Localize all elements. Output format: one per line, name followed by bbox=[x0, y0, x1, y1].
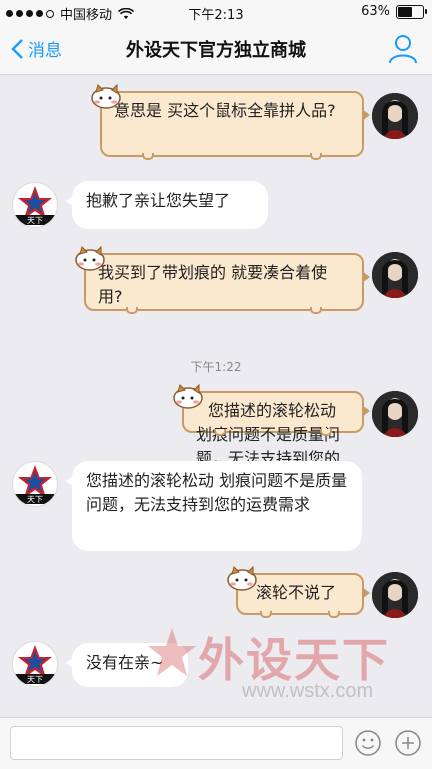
cat-decoration-icon bbox=[75, 245, 105, 271]
cat-decoration-icon bbox=[91, 83, 121, 109]
shop-avatar-label: 天下 bbox=[27, 675, 43, 684]
message-bubble-out[interactable]: 意思是 买这个鼠标全靠拼人品? bbox=[91, 83, 370, 160]
shop-avatar-label: 天下 bbox=[27, 495, 43, 504]
message-text: 没有在亲~ bbox=[86, 653, 164, 672]
smile-icon[interactable] bbox=[354, 729, 382, 757]
message-bubble-out[interactable]: 滚轮不说了 bbox=[227, 565, 370, 618]
shop-avatar-label: 天下 bbox=[27, 216, 43, 225]
user-avatar[interactable] bbox=[372, 572, 418, 618]
message-bubble-in[interactable]: 抱歉了亲让您失望了 bbox=[66, 181, 268, 229]
message-bubble-out[interactable]: 您描述的滚轮松动 划痕问题不是质量问题，无法支持到您的运费需求 bbox=[173, 383, 370, 492]
shop-avatar[interactable]: 天下 bbox=[12, 461, 58, 507]
message-text: 滚轮不说了 bbox=[256, 583, 337, 602]
cat-decoration-icon bbox=[173, 383, 203, 409]
nav-bar: 消息 外设天下官方独立商城 bbox=[0, 24, 432, 75]
chat-area[interactable]: 意思是 买这个鼠标全靠拼人品? 天下 抱歉了亲让您失望了 我买到了带划痕的 就要… bbox=[0, 75, 432, 717]
plus-icon[interactable] bbox=[394, 729, 422, 757]
message-bubble-out[interactable]: 我买到了带划痕的 就要凑合着使用? bbox=[75, 245, 370, 314]
message-text: 抱歉了亲让您失望了 bbox=[86, 191, 231, 210]
shop-avatar[interactable]: 天下 bbox=[12, 641, 58, 687]
message-text: 意思是 买这个鼠标全靠拼人品? bbox=[114, 101, 336, 120]
cat-decoration-icon bbox=[227, 565, 257, 591]
message-bubble-in[interactable]: 您描述的滚轮松动 划痕问题不是质量问题，无法支持到您的运费需求 bbox=[66, 461, 362, 551]
message-bubble-in[interactable]: 没有在亲~ bbox=[66, 643, 188, 687]
person-icon[interactable] bbox=[388, 33, 418, 65]
user-avatar[interactable] bbox=[372, 391, 418, 437]
status-bar: 中国移动 下午2:13 63% bbox=[0, 0, 432, 24]
message-input[interactable] bbox=[10, 726, 343, 760]
battery-icon bbox=[396, 4, 427, 19]
battery-percent: 63% bbox=[361, 4, 390, 19]
input-bar bbox=[0, 717, 432, 769]
message-text: 您描述的滚轮松动 划痕问题不是质量问题，无法支持到您的运费需求 bbox=[86, 471, 348, 514]
user-avatar[interactable] bbox=[372, 93, 418, 139]
message-text: 我买到了带划痕的 就要凑合着使用? bbox=[98, 263, 328, 306]
shop-avatar[interactable]: 天下 bbox=[12, 182, 58, 228]
message-timestamp: 下午1:22 bbox=[190, 360, 242, 374]
user-avatar[interactable] bbox=[372, 252, 418, 298]
page-title: 外设天下官方独立商城 bbox=[126, 40, 306, 61]
